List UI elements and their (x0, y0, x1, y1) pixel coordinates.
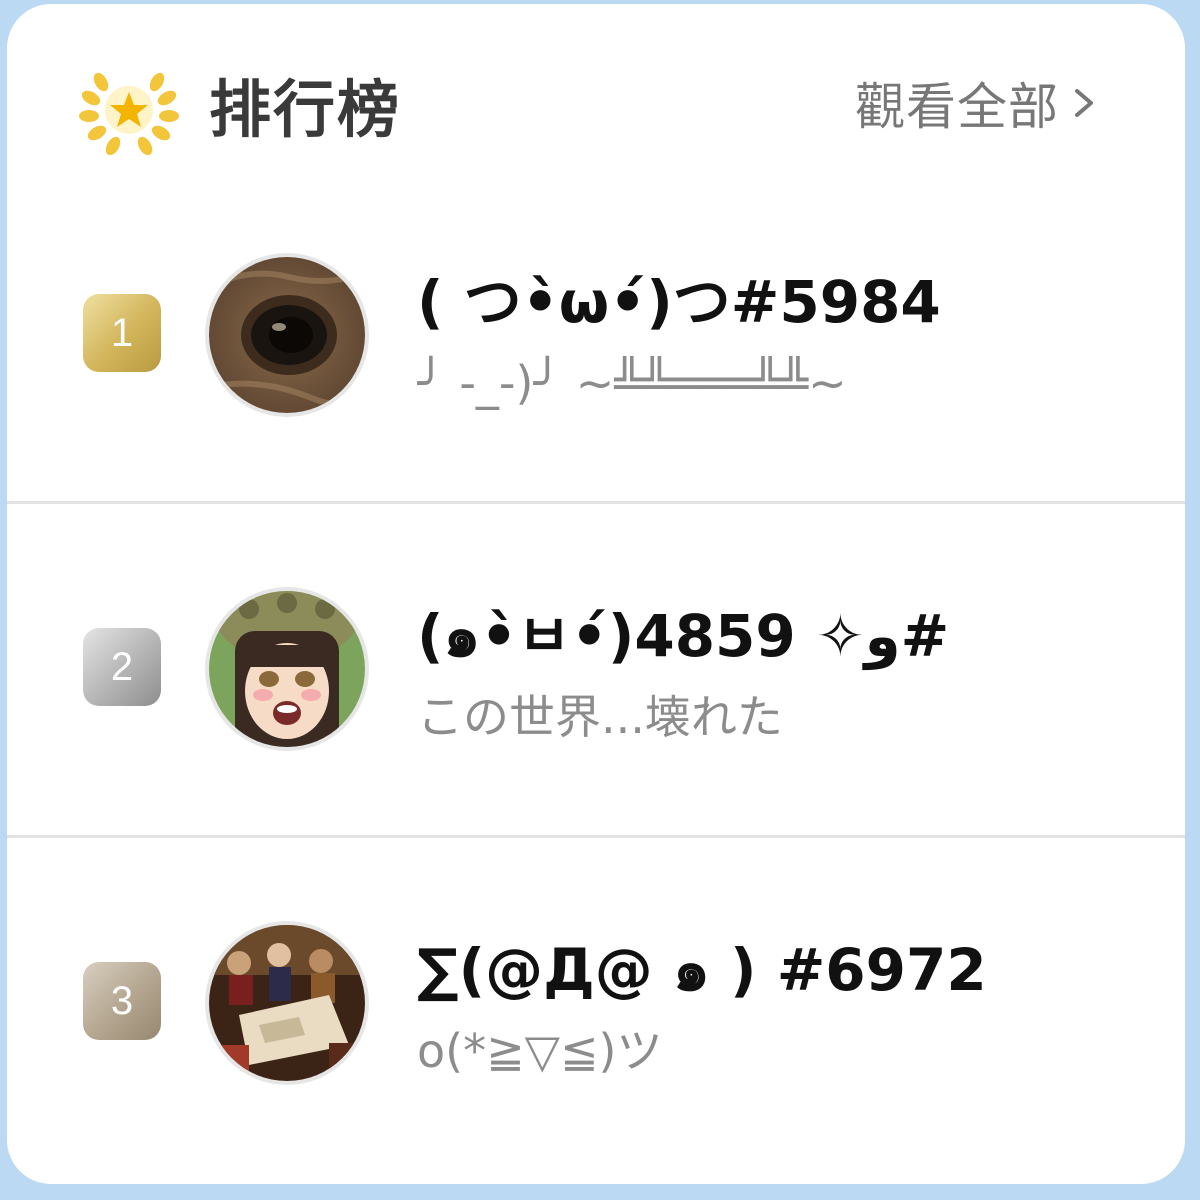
leaderboard-row[interactable]: 2 (๑•̀ㅂ•́)و✧ 4859# この世界...壊れた (7, 501, 1185, 838)
player-name: ( つ•̀ω•́)つ#5984 (417, 268, 941, 336)
rank-badge-silver: 2 (83, 628, 161, 706)
rank-badge-bronze: 3 (83, 962, 161, 1040)
page-title: 排行榜 (209, 73, 402, 146)
laurel-star-icon (79, 62, 179, 158)
player-subtitle: この世界...壊れた (417, 690, 783, 744)
player-name: ∑(@Д@ ๑ ) #6972 (417, 936, 987, 1004)
tabletop-scene-avatar[interactable] (209, 925, 365, 1081)
view-all-link[interactable]: 觀看全部 (855, 68, 1105, 138)
eye-closeup-avatar[interactable] (209, 257, 365, 413)
rank-badge-gold: 1 (83, 294, 161, 372)
anime-girl-crying-avatar[interactable] (209, 591, 365, 747)
player-subtitle: o(*≧▽≦)ツ (417, 1024, 663, 1078)
chevron-right-icon (1075, 89, 1093, 117)
leaderboard-row[interactable]: 3 ∑(@Д@ ๑ ) #6972 o(*≧▽≦)ツ (7, 835, 1185, 1169)
leaderboard-row[interactable]: 1 ( つ•̀ω•́)つ#5984 ╯ -_-)╯ ~╩╩═══╩╩~ (7, 167, 1185, 504)
leaderboard-card: 排行榜 觀看全部 1 (つ•̀ω•́)つ#5984 ╯ -_-)╯ ~╩╩══… (7, 4, 1185, 1184)
player-name: (๑•̀ㅂ•́)و✧ 4859# (417, 602, 950, 670)
view-all-label: 觀看全部 (855, 78, 1059, 136)
player-subtitle: ╯ -_-)╯ ~╩╩═══╩╩~ (417, 356, 847, 410)
